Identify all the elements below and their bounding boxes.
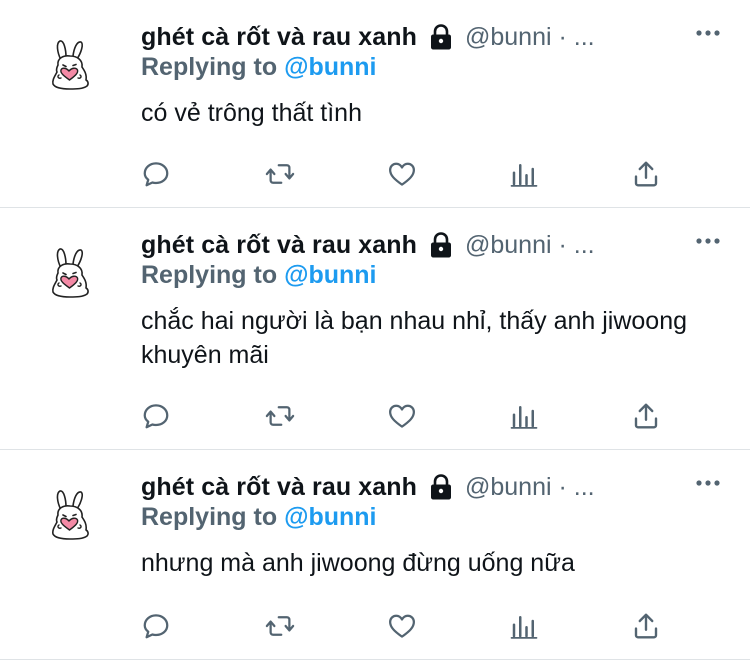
heart-icon: [387, 401, 417, 431]
analytics-button[interactable]: [506, 398, 542, 434]
analytics-button[interactable]: [506, 156, 542, 192]
lock-icon: [429, 23, 453, 51]
more-icon[interactable]: [694, 231, 722, 251]
bar-chart-icon: [509, 401, 539, 431]
user-handle[interactable]: @bunni · ...: [465, 473, 595, 502]
mention-link[interactable]: @bunni: [284, 261, 376, 289]
tweet-header: ghét cà rốt và rau xanh @bunni · ...: [141, 228, 595, 262]
retweet-button[interactable]: [262, 608, 298, 644]
analytics-button[interactable]: [506, 608, 542, 644]
tweet[interactable]: ghét cà rốt và rau xanh @bunni · ... Rep…: [0, 0, 750, 208]
reply-icon: [141, 611, 171, 641]
tweet-text: có vẻ trông thất tình: [141, 99, 362, 127]
share-button[interactable]: [628, 608, 664, 644]
retweet-button[interactable]: [262, 398, 298, 434]
replying-to: Replying to @bunni: [141, 261, 376, 290]
share-button[interactable]: [628, 156, 664, 192]
more-icon[interactable]: [694, 473, 722, 493]
replying-to: Replying to @bunni: [141, 53, 376, 82]
share-icon: [631, 401, 661, 431]
avatar[interactable]: [46, 38, 94, 92]
share-icon: [631, 611, 661, 641]
avatar[interactable]: [46, 488, 94, 542]
retweet-icon: [265, 611, 295, 641]
reply-button[interactable]: [138, 398, 174, 434]
user-handle[interactable]: @bunni · ...: [465, 23, 595, 52]
retweet-icon: [265, 159, 295, 189]
tweet-text: nhưng mà anh jiwoong đừng uống nữa: [141, 549, 575, 577]
action-bar: [0, 156, 750, 192]
mention-link[interactable]: @bunni: [284, 503, 376, 531]
reply-icon: [141, 401, 171, 431]
retweet-button[interactable]: [262, 156, 298, 192]
bar-chart-icon: [509, 611, 539, 641]
like-button[interactable]: [384, 156, 420, 192]
display-name[interactable]: ghét cà rốt và rau xanh: [141, 473, 417, 502]
tweet[interactable]: ghét cà rốt và rau xanh @bunni · ... Rep…: [0, 208, 750, 450]
share-button[interactable]: [628, 398, 664, 434]
replying-to-label: Replying to: [141, 503, 285, 531]
reply-button[interactable]: [138, 156, 174, 192]
display-name[interactable]: ghét cà rốt và rau xanh: [141, 23, 417, 52]
replying-to: Replying to @bunni: [141, 503, 376, 532]
bar-chart-icon: [509, 159, 539, 189]
reply-button[interactable]: [138, 608, 174, 644]
retweet-icon: [265, 401, 295, 431]
mention-link[interactable]: @bunni: [284, 53, 376, 81]
share-icon: [631, 159, 661, 189]
tweet[interactable]: ghét cà rốt và rau xanh @bunni · ... Rep…: [0, 450, 750, 660]
replying-to-label: Replying to: [141, 53, 285, 81]
lock-icon: [429, 473, 453, 501]
action-bar: [0, 608, 750, 644]
display-name[interactable]: ghét cà rốt và rau xanh: [141, 231, 417, 260]
heart-icon: [387, 611, 417, 641]
replying-to-label: Replying to: [141, 261, 285, 289]
tweet-text: chắc hai người là bạn nhau nhỉ, thấy anh…: [141, 307, 688, 369]
tweet-header: ghét cà rốt và rau xanh @bunni · ...: [141, 20, 595, 54]
like-button[interactable]: [384, 608, 420, 644]
lock-icon: [429, 231, 453, 259]
tweet-header: ghét cà rốt và rau xanh @bunni · ...: [141, 470, 595, 504]
like-button[interactable]: [384, 398, 420, 434]
more-icon[interactable]: [694, 23, 722, 43]
action-bar: [0, 398, 750, 434]
user-handle[interactable]: @bunni · ...: [465, 231, 595, 260]
avatar[interactable]: [46, 246, 94, 300]
reply-icon: [141, 159, 171, 189]
heart-icon: [387, 159, 417, 189]
